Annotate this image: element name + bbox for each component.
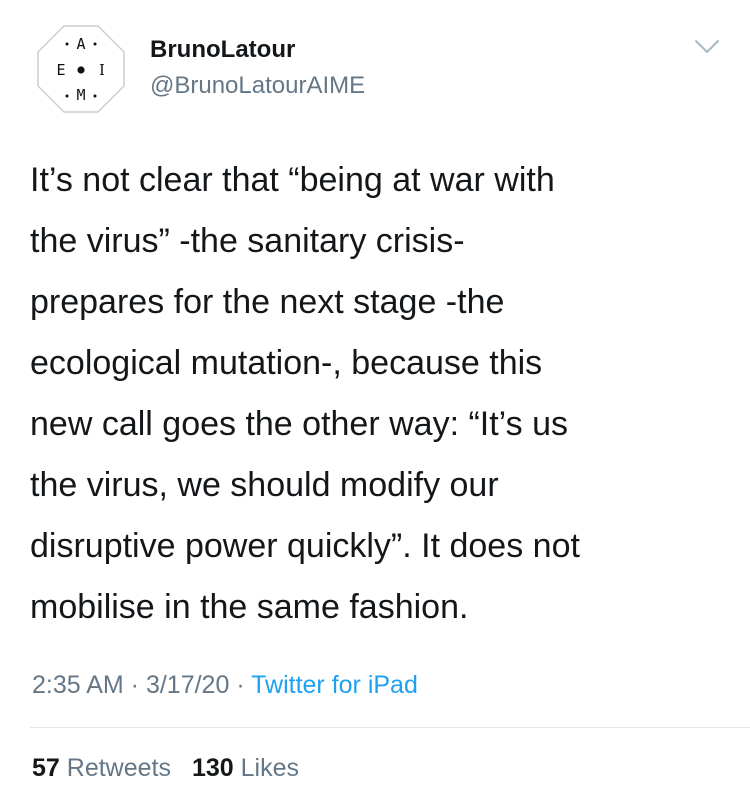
tweet-line: the virus” -the sanitary crisis-	[30, 222, 465, 260]
avatar-center-dot	[77, 66, 85, 74]
avatar-dot	[65, 42, 69, 46]
avatar-letter-i: I	[99, 61, 105, 79]
likes-stat[interactable]: 130 Likes	[192, 754, 299, 782]
tweet-text: It’s not clear that “being at war with t…	[30, 150, 730, 638]
likes-count: 130	[191, 754, 234, 782]
tweet-line: prepares for the next stage -the	[30, 283, 505, 321]
retweets-label: Retweets	[66, 754, 171, 782]
tweet-line: It’s not clear that “being at war with	[30, 161, 555, 199]
avatar-letter-a: A	[76, 35, 85, 53]
meta-separator: ·	[229, 671, 252, 699]
avatar-dot	[65, 94, 69, 98]
retweets-stat[interactable]: 57 Retweets	[32, 754, 171, 782]
avatar-letter-e: E	[56, 61, 65, 79]
author-display-name[interactable]: BrunoLatour	[150, 36, 295, 64]
tweet-line: the virus, we should modify our	[30, 466, 499, 504]
tweet-line: disruptive power quickly”. It does not	[30, 527, 580, 565]
avatar-dot	[93, 42, 97, 46]
chevron-down-icon[interactable]	[694, 38, 720, 56]
tweet-line: ecological mutation-, because this	[30, 344, 543, 382]
retweets-count: 57	[32, 754, 60, 782]
tweet-meta: 2:35 AM · 3/17/20 · Twitter for iPad	[32, 669, 418, 701]
tweet-line: mobilise in the same fashion.	[30, 588, 469, 626]
meta-separator: ·	[123, 671, 146, 699]
avatar-letter-m: M	[76, 86, 85, 104]
likes-label: Likes	[240, 754, 299, 782]
tweet-date[interactable]: 3/17/20	[146, 671, 229, 699]
author-handle[interactable]: @BrunoLatourAIME	[150, 72, 365, 100]
tweet-source-link[interactable]: Twitter for iPad	[251, 671, 418, 699]
tweet-time[interactable]: 2:35 AM	[32, 671, 124, 699]
avatar-dot	[93, 94, 97, 98]
tweet-stats: 57 Retweets 130 Likes	[32, 752, 299, 784]
avatar[interactable]: A E I M	[34, 22, 128, 116]
divider	[30, 727, 750, 728]
tweet-line: new call goes the other way: “It’s us	[30, 405, 568, 443]
